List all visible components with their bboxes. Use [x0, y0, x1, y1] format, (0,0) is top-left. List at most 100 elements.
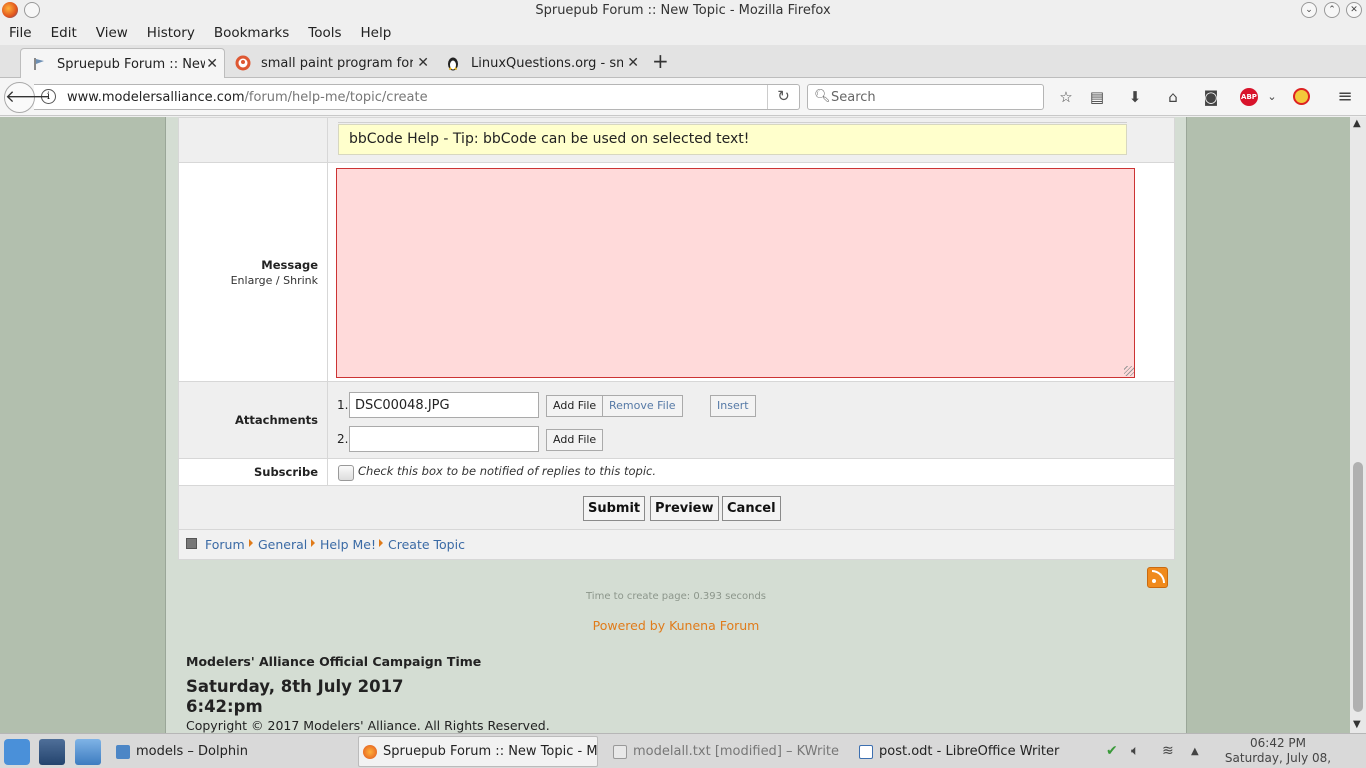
wifi-icon[interactable]: ≋ [1162, 743, 1174, 759]
resize-grip-icon[interactable] [1124, 366, 1134, 376]
close-tab-icon[interactable]: ✕ [417, 55, 429, 71]
page-viewport: bbCode Help - Tip: bbCode can be used on… [0, 117, 1350, 733]
vertical-scrollbar[interactable]: ▲ ▼ [1350, 117, 1366, 733]
task-libreoffice[interactable]: post.odt - LibreOffice Writer [855, 736, 1095, 767]
search-icon: 🔍︎ [814, 89, 831, 104]
bbcode-row: bbCode Help - Tip: bbCode can be used on… [179, 118, 1174, 163]
attachment-file-input-1[interactable] [349, 392, 539, 418]
reload-icon[interactable]: ↻ [767, 85, 799, 109]
pocket-icon[interactable]: ◙ [1201, 88, 1221, 106]
search-box[interactable]: 🔍︎ [807, 84, 1044, 110]
remove-file-button[interactable]: Remove File [602, 395, 683, 417]
scroll-up-icon[interactable]: ▲ [1353, 118, 1361, 129]
start-menu-icon[interactable] [4, 739, 30, 765]
attachment-number: 2. [337, 432, 349, 446]
message-textarea[interactable] [336, 168, 1135, 378]
breadcrumb-general[interactable]: General [258, 537, 307, 552]
home-icon[interactable]: ⌂ [1163, 88, 1183, 106]
window-menu-button[interactable] [24, 2, 40, 18]
tab-small-paint[interactable]: small paint program for linux ✕ [225, 48, 435, 78]
task-label: post.odt - LibreOffice Writer [879, 744, 1060, 759]
minimize-button[interactable]: ⌄ [1301, 2, 1317, 18]
dolphin-icon [116, 744, 130, 759]
noscript-icon[interactable] [1293, 88, 1310, 105]
file-manager-icon[interactable] [75, 739, 101, 765]
tab-label: small paint program for linux [261, 55, 413, 71]
clock[interactable]: 06:42 PM Saturday, July 08, 2017 [1208, 736, 1348, 768]
maximize-button[interactable]: ⌃ [1324, 2, 1340, 18]
url-text[interactable]: www.modelersalliance.com/forum/help-me/t… [67, 90, 428, 105]
menu-help[interactable]: Help [361, 25, 392, 41]
menu-view[interactable]: View [96, 25, 128, 41]
form-buttons-row: Submit Preview Cancel [179, 486, 1174, 530]
tray-expand-icon[interactable]: ▲ [1191, 746, 1199, 757]
menu-bookmarks[interactable]: Bookmarks [214, 25, 289, 41]
menu-tools[interactable]: Tools [308, 25, 341, 41]
kwrite-icon [613, 744, 627, 759]
task-dolphin[interactable]: models – Dolphin [112, 736, 347, 767]
subscribe-row: Subscribe Check this box to be notified … [179, 459, 1174, 486]
forum-favicon-icon [31, 56, 47, 72]
breadcrumb-help-me[interactable]: Help Me! [320, 537, 376, 552]
hamburger-menu-icon[interactable]: ≡ [1335, 88, 1355, 106]
chevron-down-icon[interactable]: ⌄ [1262, 88, 1282, 106]
page-content: bbCode Help - Tip: bbCode can be used on… [165, 117, 1187, 733]
menu-edit[interactable]: Edit [51, 25, 77, 41]
reading-list-icon[interactable]: ▤ [1087, 88, 1107, 106]
subscribe-checkbox[interactable] [338, 465, 354, 481]
enlarge-link[interactable]: Enlarge [231, 274, 273, 287]
close-tab-icon[interactable]: ✕ [627, 55, 639, 71]
close-window-button[interactable]: ✕ [1346, 2, 1362, 18]
shield-icon[interactable]: ✔ [1106, 743, 1118, 759]
subscribe-label: Subscribe [253, 465, 318, 479]
search-input[interactable] [831, 88, 1036, 106]
subscribe-text: Check this box to be notified of replies… [358, 464, 657, 478]
home-square-icon [186, 538, 197, 549]
window-titlebar: Spruepub Forum :: New Topic - Mozilla Fi… [0, 0, 1366, 21]
breadcrumb-create-topic[interactable]: Create Topic [388, 537, 465, 552]
attachment-number: 1. [337, 398, 349, 412]
url-bar[interactable]: i www.modelersalliance.com/forum/help-me… [34, 84, 800, 110]
add-file-button-2[interactable]: Add File [546, 429, 604, 451]
volume-icon[interactable]: 🔈︎ [1131, 743, 1139, 759]
preview-button[interactable]: Preview [650, 496, 719, 521]
powered-by-link[interactable]: Powered by Kunena Forum [166, 618, 1186, 633]
new-topic-form: bbCode Help - Tip: bbCode can be used on… [178, 117, 1175, 560]
breadcrumb-arrow-icon [311, 539, 315, 547]
cancel-button[interactable]: Cancel [722, 496, 781, 521]
scroll-down-icon[interactable]: ▼ [1353, 719, 1361, 730]
menu-history[interactable]: History [147, 25, 195, 41]
submit-button[interactable]: Submit [583, 496, 646, 521]
tab-linuxquestions[interactable]: LinuxQuestions.org - small ✕ [435, 48, 645, 78]
firefox-icon [363, 744, 377, 759]
menu-file[interactable]: File [9, 25, 32, 41]
shrink-link[interactable]: Shrink [283, 274, 318, 287]
message-label: Message [261, 258, 318, 272]
tab-label: LinuxQuestions.org - small [471, 55, 623, 71]
breadcrumb-forum[interactable]: Forum [205, 537, 245, 552]
adblock-plus-icon[interactable]: ABP [1240, 88, 1258, 106]
tux-favicon-icon [445, 55, 461, 71]
attachments-label: Attachments [235, 413, 318, 427]
attachment-file-input-2[interactable] [349, 426, 539, 452]
tab-spruepub[interactable]: Spruepub Forum :: New Topic ✕ [20, 48, 225, 79]
task-kwrite[interactable]: modelall.txt [modified] – KWrite [609, 736, 849, 767]
download-icon[interactable]: ⬇ [1125, 88, 1145, 106]
rss-feed-icon[interactable] [1147, 567, 1168, 588]
task-label: Spruepub Forum :: New Topic - Mozilla Fi… [383, 744, 598, 759]
window-title: Spruepub Forum :: New Topic - Mozilla Fi… [535, 3, 831, 18]
task-firefox[interactable]: Spruepub Forum :: New Topic - Mozilla Fi… [358, 736, 598, 767]
time-to-create: Time to create page: 0.393 seconds [586, 591, 766, 602]
scrollbar-thumb[interactable] [1353, 462, 1363, 712]
campaign-time-label: Modelers' Alliance Official Campaign Tim… [186, 654, 482, 669]
show-desktop-icon[interactable] [39, 739, 65, 765]
menu-bar: File Edit View History Bookmarks Tools H… [0, 21, 1366, 45]
new-tab-icon[interactable]: + [652, 49, 669, 73]
add-file-button-1[interactable]: Add File [546, 395, 604, 417]
bookmark-star-icon[interactable]: ☆ [1056, 88, 1076, 106]
back-button[interactable]: 🡐 [4, 82, 51, 113]
close-tab-icon[interactable]: ✕ [206, 56, 218, 72]
enlarge-shrink: Enlarge / Shrink [230, 274, 318, 287]
insert-button[interactable]: Insert [710, 395, 756, 417]
writer-icon [859, 744, 873, 759]
